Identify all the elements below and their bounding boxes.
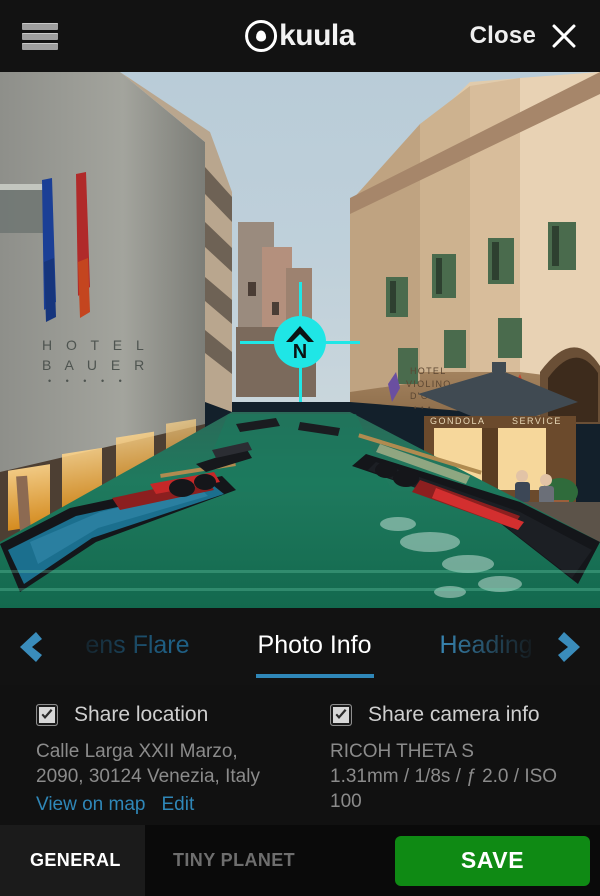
camera-column: Share camera info RICOH THETA S 1.31mm /… bbox=[300, 703, 564, 825]
chevron-left-icon[interactable] bbox=[6, 625, 50, 669]
address-line-1: Calle Larga XXII Marzo, bbox=[36, 741, 238, 762]
share-location-checkbox[interactable]: Share location bbox=[36, 703, 300, 727]
close-button[interactable]: Close bbox=[470, 22, 578, 50]
save-button-wrapper: SAVE bbox=[395, 835, 590, 886]
checkbox-checked-icon bbox=[36, 704, 58, 726]
hamburger-bar bbox=[22, 23, 58, 30]
bottom-tab-general-label: GENERAL bbox=[30, 850, 121, 870]
checkbox-checked-icon bbox=[330, 704, 352, 726]
bottom-tab-general[interactable]: GENERAL bbox=[0, 825, 145, 896]
tab-lens-flare[interactable]: ens Flare bbox=[52, 631, 224, 662]
location-column: Share location Calle Larga XXII Marzo, 2… bbox=[36, 703, 300, 825]
share-camera-info-checkbox[interactable]: Share camera info bbox=[330, 703, 564, 727]
hamburger-bar bbox=[22, 33, 58, 40]
svg-text:• • • • •: • • • • • bbox=[48, 376, 128, 386]
location-links: View on map Edit bbox=[36, 794, 300, 816]
kuula-circle-pin-icon bbox=[245, 20, 278, 52]
edit-location-link[interactable]: Edit bbox=[162, 794, 195, 816]
svg-text:H O T E L: H O T E L bbox=[42, 337, 149, 353]
compass-north-glyph: N bbox=[286, 326, 314, 363]
camera-model: RICOH THETA S bbox=[330, 741, 474, 762]
camera-exposure: 1.31mm / 1/8s / ƒ 2.0 / ISO 100 bbox=[330, 766, 558, 812]
top-bar: kuula Close bbox=[0, 0, 600, 72]
tab-heading[interactable]: Heading bbox=[406, 631, 548, 662]
chevron-right-icon[interactable] bbox=[550, 625, 594, 669]
hamburger-bar bbox=[22, 43, 58, 50]
svg-text:• • •: • • • bbox=[414, 405, 432, 412]
hamburger-menu-icon[interactable] bbox=[22, 22, 58, 50]
brand-name: kuula bbox=[279, 19, 355, 52]
bottom-bar: GENERAL TINY PLANET SAVE bbox=[0, 825, 600, 896]
close-label: Close bbox=[469, 22, 536, 49]
panorama-viewer[interactable]: H O T E L B A U E R • • • • • HOTEL VIOL… bbox=[0, 72, 600, 608]
save-button[interactable]: SAVE bbox=[395, 835, 590, 886]
svg-text:SERVICE: SERVICE bbox=[512, 416, 562, 426]
close-x-icon bbox=[550, 22, 578, 50]
svg-text:HOTEL: HOTEL bbox=[410, 366, 447, 376]
view-on-map-link[interactable]: View on map bbox=[36, 794, 146, 816]
bottom-tab-tiny-planet-label: TINY PLANET bbox=[173, 850, 296, 870]
brand-logo[interactable]: kuula bbox=[245, 20, 355, 52]
svg-text:B A U E R: B A U E R bbox=[42, 357, 149, 373]
north-heading-marker-icon[interactable]: N bbox=[240, 282, 360, 402]
svg-text:N: N bbox=[293, 341, 307, 363]
tab-strip: ens Flare Photo Info Heading bbox=[0, 608, 600, 685]
tab-list: ens Flare Photo Info Heading bbox=[52, 608, 548, 685]
location-address: Calle Larga XXII Marzo, 2090, 30124 Vene… bbox=[36, 739, 300, 789]
share-camera-info-label: Share camera info bbox=[368, 703, 540, 726]
share-location-label: Share location bbox=[74, 703, 209, 726]
svg-text:GONDOLA: GONDOLA bbox=[430, 416, 486, 426]
tab-photo-info[interactable]: Photo Info bbox=[224, 631, 406, 678]
camera-details: RICOH THETA S 1.31mm / 1/8s / ƒ 2.0 / IS… bbox=[330, 739, 564, 814]
address-line-2: 2090, 30124 Venezia, Italy bbox=[36, 766, 260, 787]
photo-info-panel: Share location Calle Larga XXII Marzo, 2… bbox=[0, 685, 600, 825]
